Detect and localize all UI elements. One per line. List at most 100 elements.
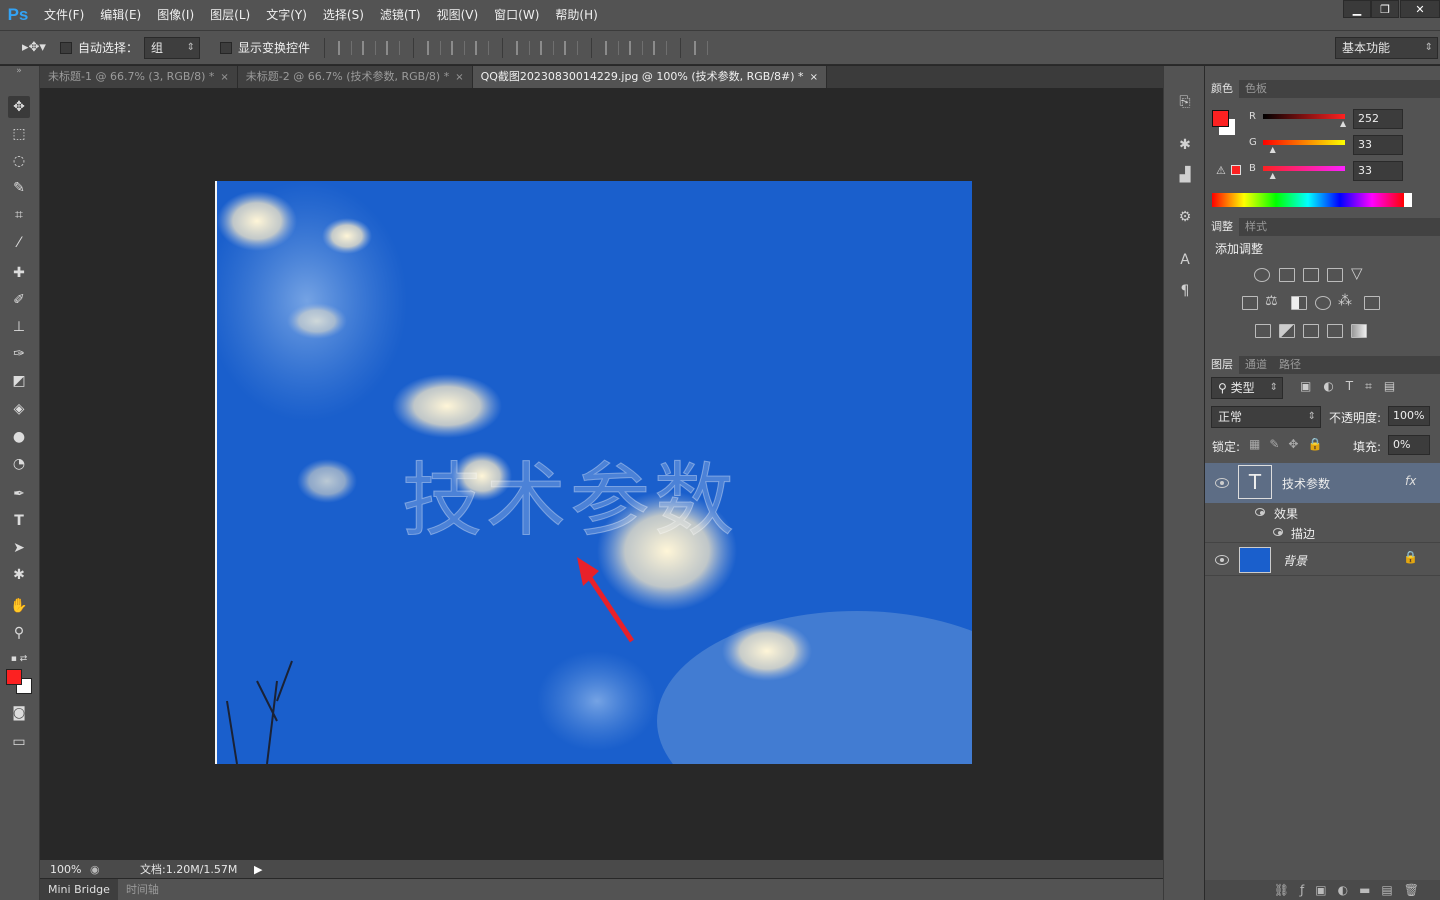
channel-mixer-icon[interactable]: ⁂: [1338, 293, 1352, 309]
distribute-bottom-icon[interactable]: [564, 40, 579, 55]
move-tool-preset-icon[interactable]: ▸✥▾: [0, 40, 60, 55]
red-slider[interactable]: [1263, 114, 1345, 119]
doc-tab-1[interactable]: 未标题-1 @ 66.7% (3, RGB/8) * ×: [40, 66, 238, 88]
layer-stroke-effect-row[interactable]: 描边: [1205, 523, 1440, 543]
pen-tool-icon[interactable]: ✒: [8, 483, 30, 505]
workspace-dropdown[interactable]: 基本功能: [1335, 37, 1438, 59]
paint-bucket-tool-icon[interactable]: ◈: [8, 398, 30, 420]
histogram-icon[interactable]: ▟: [1174, 164, 1196, 186]
align-hcenter-icon[interactable]: [451, 40, 466, 55]
exposure-icon[interactable]: [1327, 268, 1343, 282]
close-icon[interactable]: ×: [810, 72, 818, 83]
marquee-tool-icon[interactable]: ⬚: [8, 123, 30, 145]
hue-saturation-icon[interactable]: [1242, 296, 1258, 310]
blue-value-input[interactable]: 33: [1353, 161, 1403, 181]
align-left-icon[interactable]: [427, 40, 442, 55]
quick-mask-icon[interactable]: ◙: [8, 702, 30, 724]
shape-tool-icon[interactable]: ✱: [8, 564, 30, 586]
move-tool-icon[interactable]: ✥: [8, 96, 30, 118]
gradient-map-icon[interactable]: [1351, 324, 1367, 338]
tab-styles[interactable]: 样式: [1239, 218, 1273, 236]
collapse-icon[interactable]: »: [8, 66, 30, 78]
menu-type[interactable]: 文字(Y): [258, 0, 315, 30]
selective-color-icon[interactable]: [1327, 324, 1343, 338]
distribute-right-icon[interactable]: [653, 40, 668, 55]
doc-tab-3[interactable]: QQ截图20230830014229.jpg @ 100% (技术参数, RGB…: [472, 66, 827, 88]
blur-tool-icon[interactable]: ●: [8, 426, 30, 448]
layer-row-background[interactable]: 背景 🔒: [1205, 544, 1440, 576]
curves-icon[interactable]: [1303, 268, 1319, 282]
visibility-eye-icon[interactable]: [1215, 555, 1229, 565]
tab-mini-bridge[interactable]: Mini Bridge: [40, 879, 118, 900]
red-slider-knob[interactable]: ▲: [1340, 119, 1346, 128]
red-value-input[interactable]: 252: [1353, 109, 1403, 129]
layer-filter-dropdown[interactable]: ⚲ 类型: [1211, 377, 1283, 399]
eraser-tool-icon[interactable]: ◩: [8, 370, 30, 392]
menu-select[interactable]: 选择(S): [315, 0, 372, 30]
zoom-tool-icon[interactable]: ⚲: [8, 622, 30, 644]
posterize-icon[interactable]: [1279, 324, 1295, 338]
green-slider-knob[interactable]: ▲: [1270, 145, 1276, 154]
hand-tool-icon[interactable]: ✋: [8, 595, 30, 617]
blend-mode-dropdown[interactable]: 正常: [1211, 406, 1321, 428]
auto-select-checkbox[interactable]: [60, 41, 72, 54]
distribute-hcenter-icon[interactable]: [629, 40, 644, 55]
color-lookup-icon[interactable]: [1364, 296, 1380, 310]
healing-brush-tool-icon[interactable]: ✚: [8, 262, 30, 284]
distribute-left-icon[interactable]: [605, 40, 620, 55]
distribute-vcenter-icon[interactable]: [540, 40, 555, 55]
brush-tool-icon[interactable]: ✐: [8, 289, 30, 311]
character-icon[interactable]: A: [1174, 249, 1196, 271]
align-bottom-icon[interactable]: [386, 40, 401, 55]
visibility-eye-icon[interactable]: [1215, 478, 1229, 488]
menu-filter[interactable]: 滤镜(T): [372, 0, 429, 30]
align-vcenter-icon[interactable]: [362, 40, 377, 55]
history-brush-tool-icon[interactable]: ✑: [8, 343, 30, 365]
menu-image[interactable]: 图像(I): [149, 0, 202, 30]
layer-effects-row[interactable]: 效果: [1205, 503, 1440, 523]
effects-visibility-icon[interactable]: [1255, 508, 1265, 516]
levels-icon[interactable]: [1279, 268, 1295, 282]
foreground-color-swatch[interactable]: [6, 669, 22, 685]
menu-file[interactable]: 文件(F): [36, 0, 92, 30]
lock-icons[interactable]: ▦✎✥🔒: [1249, 437, 1331, 451]
layer-bottom-actions[interactable]: ⛓ƒ▣◐▬▤🗑: [1205, 880, 1440, 900]
tab-timeline[interactable]: 时间轴: [118, 879, 167, 900]
type-tool-icon[interactable]: T: [8, 510, 30, 532]
crop-tool-icon[interactable]: ⌗: [8, 204, 30, 226]
tab-swatches[interactable]: 色板: [1239, 80, 1273, 98]
black-white-icon[interactable]: [1291, 296, 1307, 310]
green-value-input[interactable]: 33: [1353, 135, 1403, 155]
quick-select-tool-icon[interactable]: ✎: [8, 177, 30, 199]
status-info-icon[interactable]: ◉: [90, 863, 108, 876]
menu-edit[interactable]: 编辑(E): [92, 0, 149, 30]
tab-adjustments[interactable]: 调整: [1205, 218, 1239, 236]
close-icon[interactable]: ×: [455, 72, 463, 83]
close-icon[interactable]: ×: [220, 72, 228, 83]
menu-help[interactable]: 帮助(H): [547, 0, 605, 30]
history-icon[interactable]: ⎘: [1174, 91, 1196, 113]
tab-channels[interactable]: 通道: [1239, 356, 1273, 374]
vibrance-icon[interactable]: ▽: [1351, 264, 1363, 282]
document-image[interactable]: 技术参数: [215, 181, 972, 764]
doc-tab-2[interactable]: 未标题-2 @ 66.7% (技术参数, RGB/8) * ×: [237, 66, 473, 88]
layer-filter-icons[interactable]: ▣◐T⌗▤: [1300, 379, 1407, 394]
threshold-icon[interactable]: [1303, 324, 1319, 338]
align-top-icon[interactable]: [338, 40, 353, 55]
tab-layers[interactable]: 图层: [1205, 356, 1239, 374]
status-menu-arrow-icon[interactable]: ▶: [254, 863, 262, 876]
photo-filter-icon[interactable]: [1315, 296, 1331, 310]
close-button[interactable]: ✕: [1400, 0, 1440, 18]
lasso-tool-icon[interactable]: ◌: [8, 150, 30, 172]
brush-presets-icon[interactable]: ✱: [1174, 134, 1196, 156]
blue-slider-knob[interactable]: ▲: [1270, 171, 1276, 180]
eyedropper-tool-icon[interactable]: ⁄: [8, 232, 30, 254]
tab-color[interactable]: 颜色: [1205, 80, 1239, 98]
screen-mode-icon[interactable]: ▭: [8, 731, 30, 753]
tab-paths[interactable]: 路径: [1273, 356, 1307, 374]
align-right-icon[interactable]: [475, 40, 490, 55]
layer-row-text[interactable]: T 技术参数 fx: [1205, 463, 1440, 503]
dodge-tool-icon[interactable]: ◔: [8, 453, 30, 475]
swap-colors-icon[interactable]: ▪ ⇄: [8, 648, 30, 670]
auto-select-dropdown[interactable]: 组: [144, 36, 201, 59]
